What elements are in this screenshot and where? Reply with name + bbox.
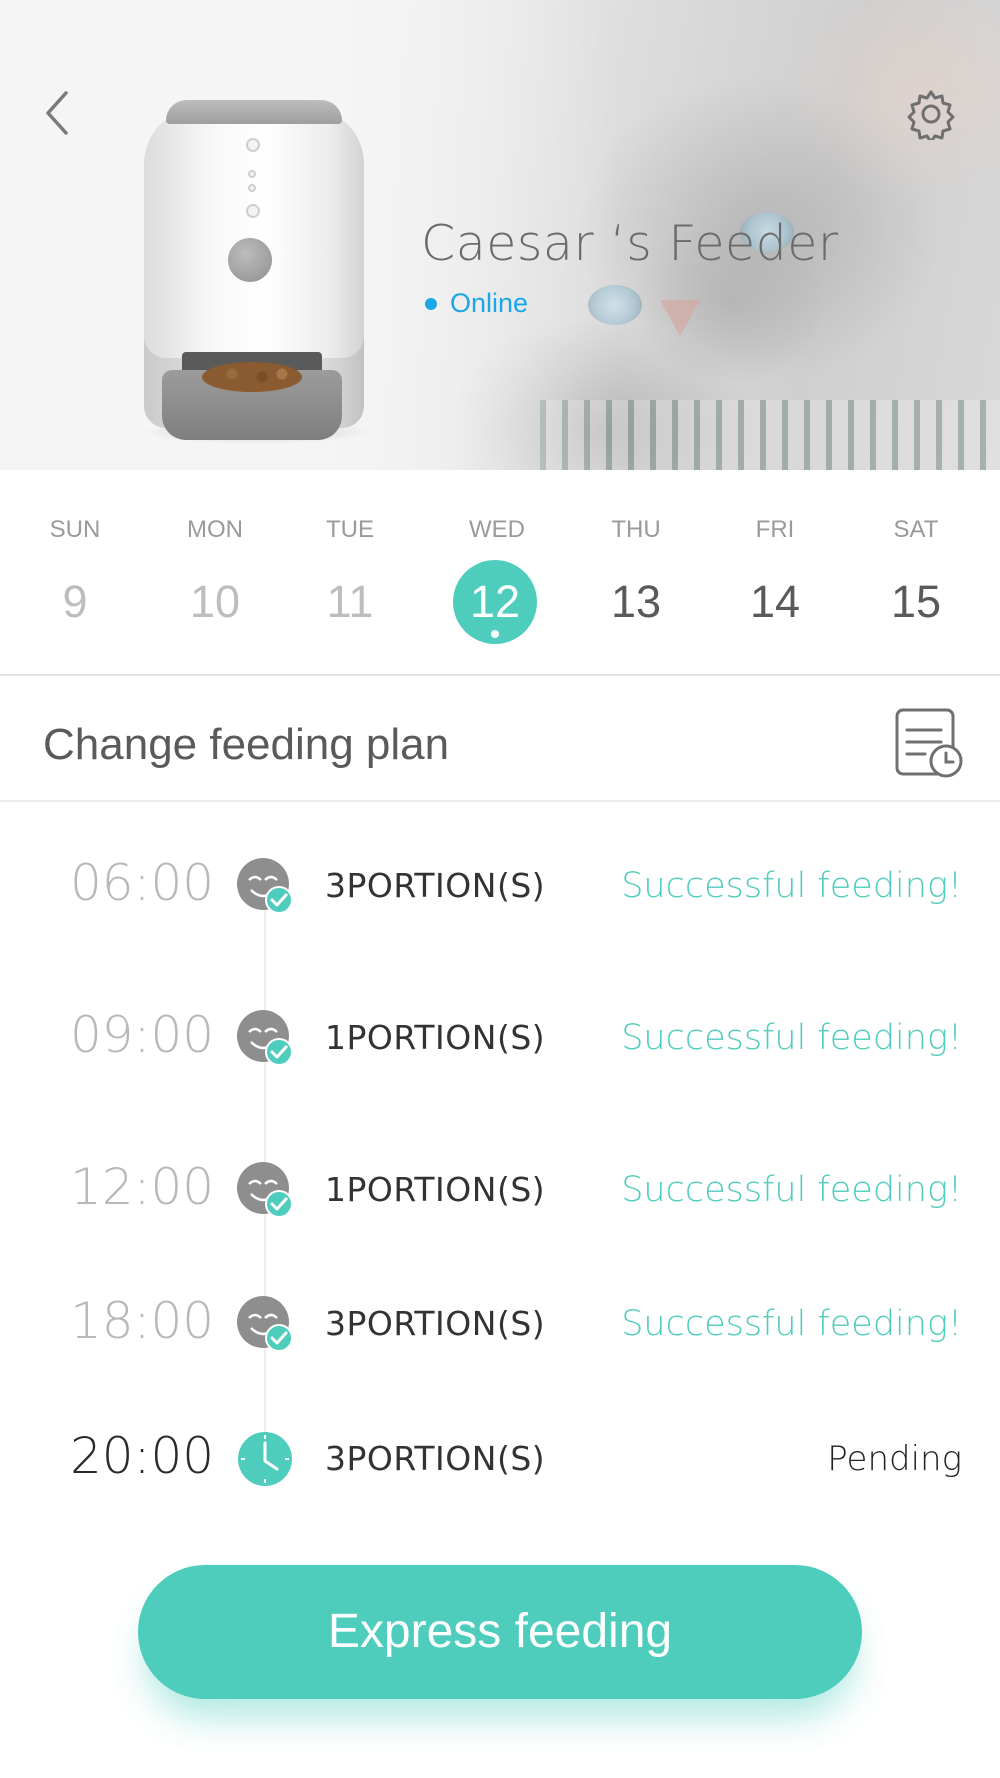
- portion-count: 3PORTION(S): [325, 1439, 546, 1478]
- feeding-timeline: 06:00 3PORTION(S) Successful feeding! 09…: [0, 802, 1000, 1502]
- day-number: 11: [326, 576, 374, 627]
- status-text: Online: [450, 288, 529, 318]
- feeding-entry: 12:00 1PORTION(S) Successful feeding!: [0, 1148, 1000, 1228]
- clock-icon: [238, 1432, 292, 1486]
- feeding-result: Successful feeding!: [621, 1170, 962, 1210]
- feeding-entry-pending: 20:00 3PORTION(S) Pending: [0, 1417, 1000, 1497]
- gear-icon: [907, 90, 955, 144]
- portion-count: 1PORTION(S): [325, 1170, 546, 1209]
- day-name: FRI: [755, 516, 795, 543]
- day-name: SUN: [49, 516, 101, 543]
- day-name: MON: [187, 516, 243, 543]
- fed-check-icon: [237, 1296, 293, 1352]
- chevron-left-icon: [46, 91, 68, 135]
- day-number: 9: [62, 576, 88, 627]
- feeding-entry: 18:00 3PORTION(S) Successful feeding!: [0, 1282, 1000, 1362]
- feeding-entry: 09:00 1PORTION(S) Successful feeding!: [0, 996, 1000, 1076]
- week-selector: SUN 9 MON 10 TUE 11 WED 12 THU 13 FRI 14…: [0, 470, 1000, 674]
- back-button[interactable]: [40, 88, 76, 138]
- feeding-result: Successful feeding!: [621, 1304, 962, 1344]
- feeding-result: Successful feeding!: [621, 866, 962, 906]
- change-feeding-plan-row[interactable]: Change feeding plan: [0, 676, 1000, 800]
- fed-check-icon: [237, 1162, 293, 1218]
- portion-count: 3PORTION(S): [325, 866, 546, 905]
- portion-count: 3PORTION(S): [325, 1304, 546, 1343]
- feeding-result: Successful feeding!: [621, 1018, 962, 1058]
- change-feeding-plan-label: Change feeding plan: [43, 720, 450, 769]
- feeding-entry: 06:00 3PORTION(S) Successful feeding!: [0, 844, 1000, 924]
- header-hero: Caesar ‘s Feeder Online: [0, 0, 1000, 470]
- fed-check-icon: [237, 858, 293, 914]
- portion-count: 1PORTION(S): [325, 1018, 546, 1057]
- online-indicator: [425, 297, 437, 310]
- today-marker: [491, 630, 499, 638]
- day-name: TUE: [326, 516, 374, 543]
- day-number: 14: [749, 576, 801, 627]
- feeder-device-image: [136, 100, 376, 450]
- day-name: SAT: [893, 516, 939, 543]
- day-name: THU: [611, 516, 661, 543]
- day-name: WED: [469, 516, 525, 543]
- device-status: Online: [425, 288, 528, 319]
- schedule-list-icon[interactable]: [895, 708, 965, 780]
- day-number: 13: [610, 576, 662, 627]
- express-feeding-button[interactable]: Express feeding: [138, 1565, 862, 1699]
- settings-button[interactable]: [905, 88, 957, 144]
- fed-check-icon: [237, 1010, 293, 1066]
- day-number: 15: [890, 576, 942, 627]
- feeding-result: Pending: [827, 1439, 962, 1479]
- device-title: Caesar ‘s Feeder: [421, 215, 839, 272]
- day-number: 10: [189, 576, 241, 627]
